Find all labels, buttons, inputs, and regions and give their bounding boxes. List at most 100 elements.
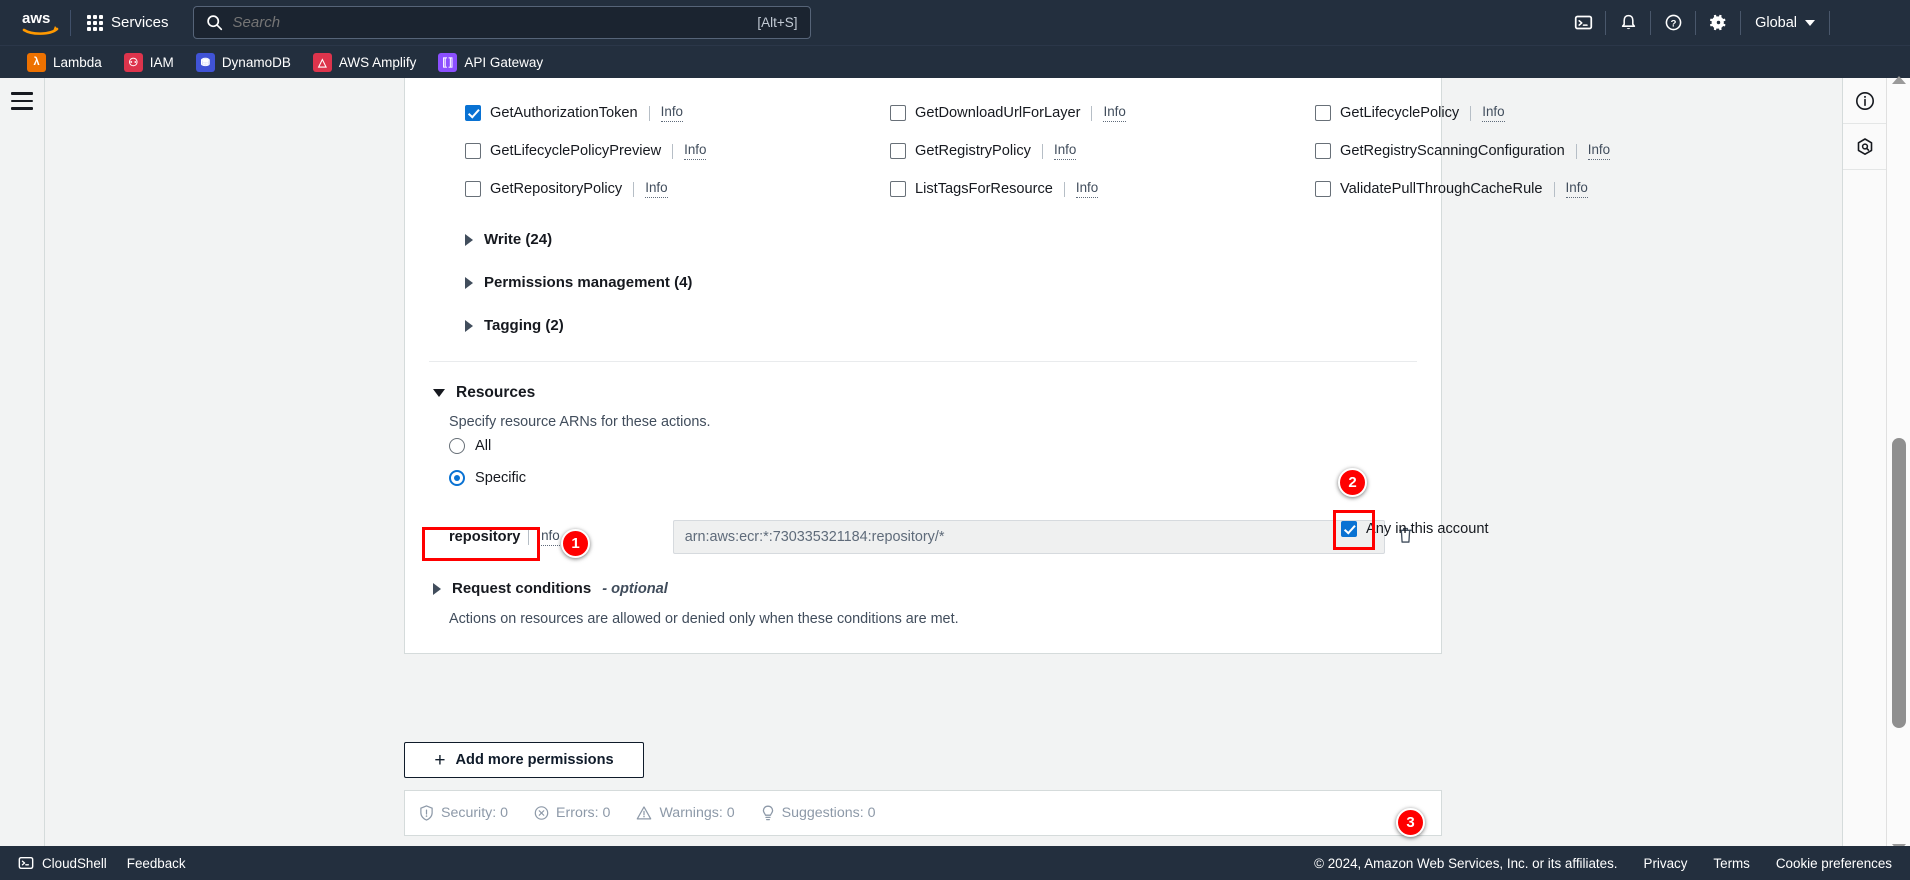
action-label: ListTagsForResource [915, 181, 1053, 197]
info-link[interactable]: Info [684, 142, 707, 160]
info-link[interactable]: Info [660, 104, 683, 122]
terms-link[interactable]: Terms [1713, 856, 1749, 871]
favorite-aws-amplify[interactable]: △ AWS Amplify [304, 49, 426, 76]
hexagon-settings-glyph [1857, 137, 1873, 155]
shortcut-settings-icon[interactable] [1843, 124, 1887, 170]
cloudshell-launch-button[interactable]: CloudShell [18, 855, 107, 871]
info-link[interactable]: Info [1565, 180, 1588, 198]
chevron-right-icon [465, 233, 473, 246]
policy-validation-status-bar: Security: 0 Errors: 0 Warnings: 0 Sugges… [404, 790, 1442, 836]
search-icon [206, 15, 222, 31]
action-label: GetLifecyclePolicyPreview [490, 143, 662, 159]
aws-logo-icon: aws [22, 10, 59, 35]
region-selector[interactable]: Global [1741, 0, 1829, 45]
specific-radio[interactable] [449, 470, 465, 486]
global-search-box[interactable]: [Alt+S] [192, 6, 811, 39]
action-group-tagging[interactable]: Tagging (2) [405, 304, 1441, 347]
actions-column-3: GetLifecyclePolicy Info GetRegistryScann… [1315, 94, 1611, 208]
status-security[interactable]: Security: 0 [419, 805, 508, 821]
request-conditions-description: Actions on resources are allowed or deni… [449, 611, 959, 627]
status-label: Suggestions: 0 [781, 805, 876, 821]
resources-section-header[interactable]: Resources [405, 362, 1441, 402]
any-in-this-account-checkbox[interactable] [1341, 521, 1357, 537]
favorite-api-gateway[interactable]: ⟦⟧ API Gateway [429, 49, 552, 76]
scroll-up-button[interactable] [1887, 70, 1910, 90]
action-row[interactable]: GetRegistryScanningConfiguration Info [1315, 132, 1611, 170]
action-group-write[interactable]: Write (24) [405, 218, 1441, 261]
divider [1553, 181, 1555, 197]
resource-option-label: Specific [475, 470, 527, 486]
resource-option-all[interactable]: All [405, 430, 1441, 462]
page-scrollbar[interactable] [1886, 76, 1910, 858]
favorite-label: Lambda [53, 54, 102, 70]
search-input[interactable] [232, 14, 748, 31]
action-row[interactable]: GetAuthorizationToken Info [465, 94, 890, 132]
cookie-preferences-link[interactable]: Cookie preferences [1776, 856, 1892, 871]
action-row[interactable]: GetRepositoryPolicy Info [465, 170, 890, 208]
action-checkbox[interactable] [890, 181, 906, 197]
menu-hamburger-icon[interactable] [11, 92, 33, 880]
left-navigation-rail [0, 78, 44, 880]
divider [528, 529, 530, 545]
status-warnings[interactable]: Warnings: 0 [636, 805, 735, 821]
aws-logo[interactable]: aws [0, 0, 64, 45]
action-checkbox[interactable] [465, 181, 481, 197]
arn-input[interactable]: arn:aws:ecr:*:730335321184:repository/* [672, 520, 1385, 554]
action-checkbox[interactable] [465, 143, 481, 159]
action-checkbox[interactable] [890, 143, 906, 159]
help-icon[interactable]: ? [1651, 0, 1695, 45]
cloudshell-glyph [1574, 15, 1592, 30]
any-in-this-account-label: Any in this account [1366, 521, 1489, 537]
divider [1091, 105, 1093, 121]
cloudshell-icon[interactable] [1561, 0, 1605, 45]
info-link[interactable]: Info [537, 528, 560, 546]
privacy-link[interactable]: Privacy [1644, 856, 1688, 871]
action-label: GetRegistryScanningConfiguration [1340, 143, 1565, 159]
group-label: Permissions management (4) [484, 274, 693, 291]
info-link[interactable]: Info [645, 180, 668, 198]
footer-left-group: CloudShell Feedback [18, 855, 186, 871]
scrollbar-thumb[interactable] [1892, 438, 1906, 728]
action-row[interactable]: GetRegistryPolicy Info [890, 132, 1315, 170]
add-more-permissions-button[interactable]: + Add more permissions [404, 742, 644, 778]
any-in-this-account-row[interactable]: Any in this account [1341, 521, 1489, 537]
divider [672, 143, 674, 159]
info-link[interactable]: Info [1103, 104, 1126, 122]
favorite-dynamodb[interactable]: ⛃ DynamoDB [187, 49, 300, 76]
services-menu-button[interactable]: Services [77, 8, 179, 37]
action-row[interactable]: GetLifecyclePolicy Info [1315, 94, 1610, 132]
action-checkbox[interactable] [1315, 181, 1331, 197]
main-content-area: GetAuthorizationToken Info GetLifecycleP… [45, 78, 1840, 858]
request-conditions-title: Request conditions [452, 580, 592, 597]
action-group-permissions-management[interactable]: Permissions management (4) [405, 261, 1441, 304]
action-row[interactable]: ListTagsForResource Info [890, 170, 1315, 208]
action-checkbox[interactable] [1315, 105, 1331, 121]
chevron-right-icon [465, 276, 473, 289]
divider [1470, 105, 1472, 121]
request-conditions-header[interactable]: Request conditions - optional [405, 554, 1441, 597]
favorite-lambda[interactable]: λ Lambda [18, 49, 111, 76]
action-checkbox[interactable] [890, 105, 906, 121]
info-link[interactable]: Info [1482, 104, 1505, 122]
resource-option-specific[interactable]: Specific [405, 462, 1441, 494]
bell-icon[interactable] [1606, 0, 1650, 45]
action-checkbox[interactable] [1315, 143, 1331, 159]
info-link[interactable]: Info [1053, 142, 1077, 160]
status-errors[interactable]: Errors: 0 [534, 805, 610, 821]
action-checkbox[interactable] [465, 105, 481, 121]
group-label: Tagging (2) [484, 317, 564, 334]
settings-icon[interactable] [1696, 0, 1740, 45]
action-row[interactable]: GetDownloadUrlForLayer Info [890, 94, 1315, 132]
info-link[interactable]: Info [1075, 180, 1099, 198]
resources-description: Specify resource ARNs for these actions. [449, 414, 711, 430]
status-suggestions[interactable]: Suggestions: 0 [761, 805, 876, 822]
favorite-iam[interactable]: ⚇ IAM [115, 49, 183, 76]
info-link[interactable]: Info [1587, 142, 1611, 160]
info-panel-icon[interactable] [1843, 78, 1887, 124]
group-label: Write (24) [484, 231, 553, 248]
action-row[interactable]: ValidatePullThroughCacheRule Info [1315, 170, 1610, 208]
all-radio[interactable] [449, 438, 465, 454]
feedback-link[interactable]: Feedback [127, 856, 186, 871]
action-label: ValidatePullThroughCacheRule [1340, 181, 1543, 197]
action-row[interactable]: GetLifecyclePolicyPreview Info [465, 132, 890, 170]
